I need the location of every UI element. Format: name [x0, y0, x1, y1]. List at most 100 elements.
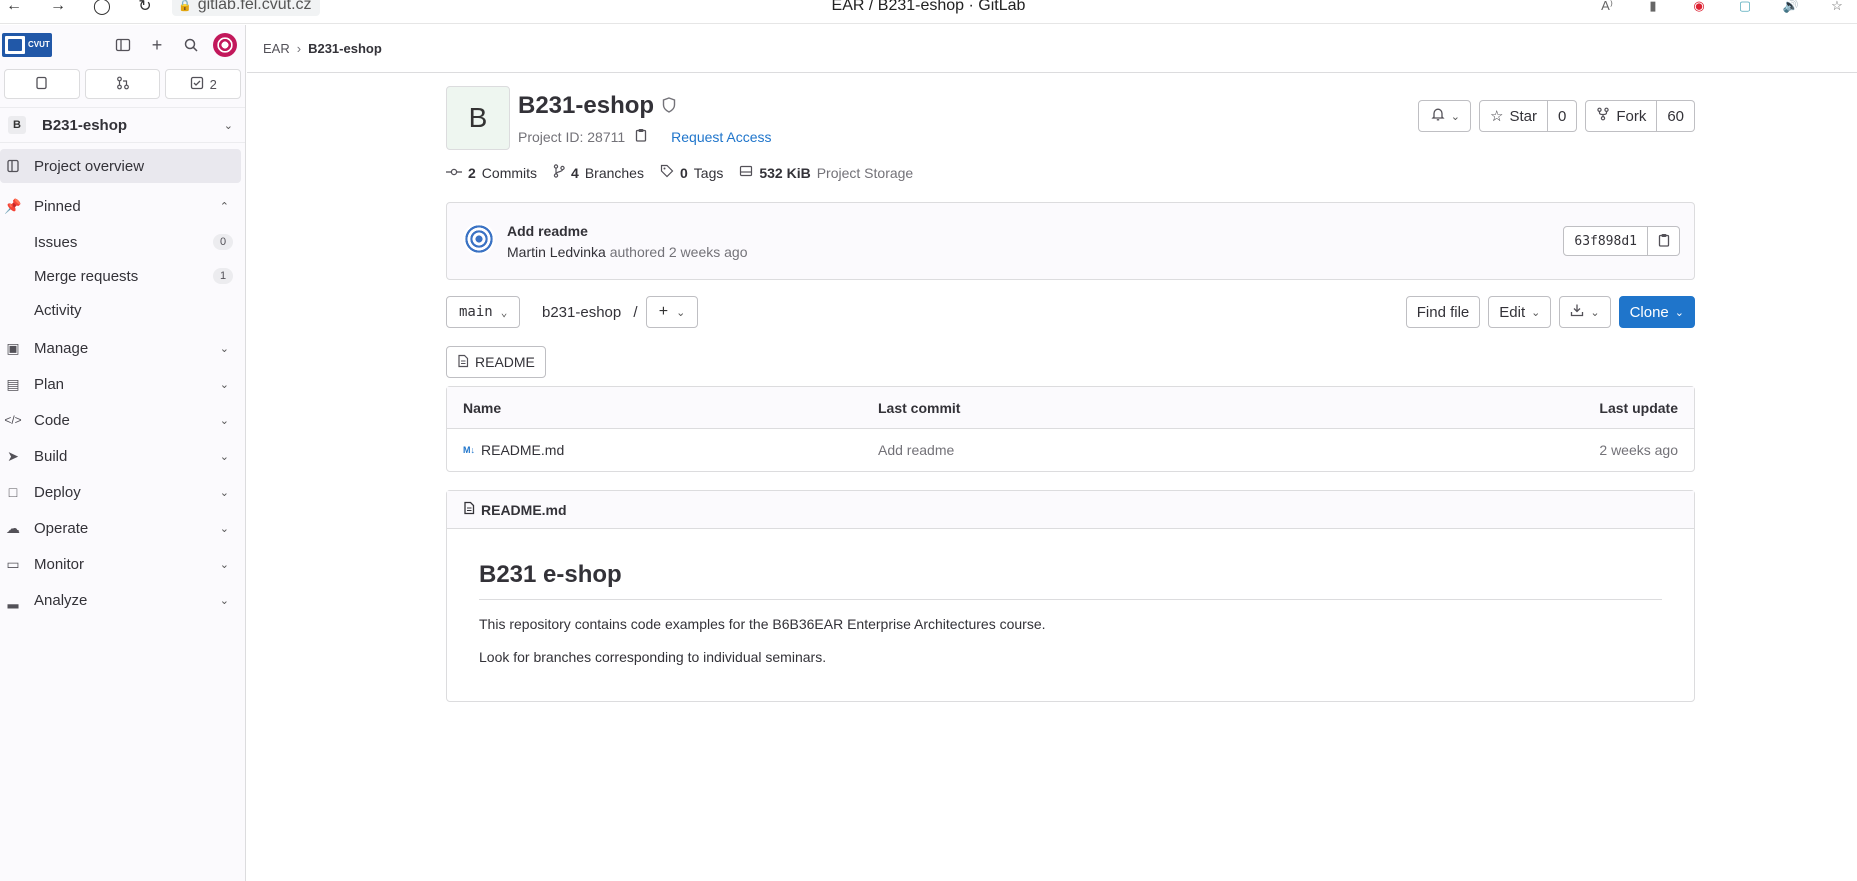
fork-label: Fork: [1616, 107, 1647, 125]
sidebar-item-project-overview[interactable]: Project overview: [0, 149, 241, 183]
sidebar-item-label: Deploy: [34, 483, 81, 501]
tags-label: Tags: [693, 164, 724, 181]
fork-count[interactable]: 60: [1657, 100, 1695, 132]
author-avatar[interactable]: [463, 223, 495, 255]
chevron-down-icon: ⌄: [219, 450, 229, 463]
tree-actions: Find file Edit ⌄ ⌄ Clone ⌄: [1405, 296, 1695, 328]
clone-dropdown[interactable]: Clone ⌄: [1618, 296, 1695, 328]
project-stats: 2 Commits 4 Branches 0 Tags 532 KiB Proj…: [446, 164, 1695, 181]
page-title: B231-eshop: [518, 92, 676, 120]
sidebar-top: CVUT +: [0, 25, 245, 65]
sidebar-item-deploy[interactable]: □ Deploy ⌄: [0, 475, 241, 509]
star-count[interactable]: 0: [1547, 100, 1578, 132]
plus-icon[interactable]: +: [145, 33, 169, 57]
sidebar-section-pinned[interactable]: 📌 Pinned ⌃: [0, 189, 241, 223]
chevron-down-icon: ⌄: [500, 305, 508, 319]
merge-requests-count-button[interactable]: [84, 69, 161, 99]
main-content: B B231-eshop Project ID: 28711 Request A…: [446, 84, 1695, 702]
issues-count-button[interactable]: [4, 69, 80, 99]
sidebar-item-activity[interactable]: Activity: [0, 293, 245, 327]
sidebar-item-merge-requests[interactable]: Merge requests 1: [0, 259, 245, 293]
branch-selector[interactable]: main ⌄: [446, 296, 521, 328]
file-icon: [457, 354, 469, 371]
file-last-commit[interactable]: Add readme: [878, 442, 1478, 458]
commit-author[interactable]: Martin Ledvinka: [507, 244, 606, 260]
chevron-down-icon: ⌄: [1674, 306, 1684, 319]
branches-stat[interactable]: 4 Branches: [553, 164, 644, 181]
logo-text: CVUT: [28, 40, 50, 49]
logo-mark: [5, 36, 25, 54]
column-name: Name: [463, 399, 502, 416]
branch-name: main: [459, 304, 493, 320]
sidebar-item-label: Pinned: [34, 197, 81, 215]
column-last-update: Last update: [1599, 399, 1678, 416]
volume-icon[interactable]: 🔊: [1781, 0, 1801, 16]
fork-button[interactable]: Fork: [1585, 100, 1658, 132]
privacy-icon[interactable]: ◯: [92, 0, 112, 16]
copy-id-icon[interactable]: [635, 128, 647, 145]
merge-request-icon: [116, 76, 130, 93]
commits-stat[interactable]: 2 Commits: [446, 165, 537, 181]
sidebar-toggle-icon[interactable]: [111, 33, 135, 57]
edit-dropdown[interactable]: Edit ⌄: [1488, 296, 1552, 328]
branches-label: Branches: [584, 164, 644, 181]
commit-sha[interactable]: 63f898d1: [1563, 226, 1648, 256]
extension-icon[interactable]: ◉: [1689, 0, 1709, 16]
sidebar-item-plan[interactable]: ▤ Plan ⌄: [0, 367, 241, 401]
sidebar-item-manage[interactable]: ▣ Manage ⌄: [0, 331, 241, 365]
fork-icon: [1596, 107, 1610, 125]
commit-title[interactable]: Add readme: [507, 223, 588, 239]
readme-filename[interactable]: README.md: [481, 502, 567, 518]
sidebar-item-monitor[interactable]: ▭ Monitor ⌄: [0, 547, 241, 581]
sidebar-item-code[interactable]: </> Code ⌄: [0, 403, 241, 437]
search-icon[interactable]: [179, 33, 203, 57]
user-avatar[interactable]: [213, 33, 237, 57]
sidebar-item-label: Issues: [34, 233, 78, 251]
tags-stat[interactable]: 0 Tags: [660, 164, 723, 181]
sidebar-item-build[interactable]: ➤ Build ⌄: [0, 439, 241, 473]
cvut-logo[interactable]: CVUT: [2, 33, 52, 57]
sidebar-item-label: Monitor: [34, 555, 85, 573]
breadcrumb-group-link[interactable]: EAR: [263, 41, 290, 56]
project-avatar: B: [446, 86, 510, 150]
copy-sha-button[interactable]: [1648, 226, 1680, 256]
read-aloud-icon[interactable]: A⁾: [1597, 0, 1617, 16]
chevron-down-icon: ⌄: [1450, 110, 1460, 123]
star-button[interactable]: ☆ Star: [1479, 100, 1548, 132]
find-file-button[interactable]: Find file: [1405, 296, 1481, 328]
file-name[interactable]: README.md: [481, 442, 564, 458]
split-icon[interactable]: ▢: [1735, 0, 1755, 16]
sidebar-item-analyze[interactable]: ▂ Analyze ⌄: [0, 583, 241, 617]
address-bar[interactable]: 🔒 gitlab.fel.cvut.cz: [172, 0, 320, 16]
notifications-dropdown[interactable]: ⌄: [1417, 100, 1471, 132]
reload-icon[interactable]: ↻: [135, 0, 155, 16]
chevron-up-icon: ⌃: [219, 200, 229, 213]
favorites-icon[interactable]: ☆: [1827, 0, 1847, 16]
chevron-down-icon: ⌄: [676, 306, 686, 319]
add-file-dropdown[interactable]: + ⌄: [646, 296, 698, 328]
sidebar-item-label: Analyze: [34, 591, 88, 609]
calendar-icon: ▤: [6, 375, 20, 392]
request-access-link[interactable]: Request Access: [671, 129, 771, 145]
sidebar-item-label: Project overview: [34, 157, 145, 175]
chevron-down-icon: ⌄: [223, 119, 233, 132]
storage-stat[interactable]: 532 KiB Project Storage: [739, 164, 913, 181]
back-icon[interactable]: ←: [4, 0, 24, 16]
commit-meta: Martin Ledvinka authored 2 weeks ago: [507, 244, 747, 260]
sidebar-item-operate[interactable]: ☁ Operate ⌄: [0, 511, 241, 545]
cloud-gear-icon: ☁: [6, 519, 20, 536]
clone-label: Clone: [1629, 303, 1669, 321]
bookmark-icon[interactable]: ▮: [1643, 0, 1663, 16]
tag-icon: [660, 164, 674, 181]
project-actions: ⌄ ☆ Star 0 Fork 60: [1417, 100, 1695, 132]
table-row[interactable]: M↓ README.md Add readme 2 weeks ago: [447, 429, 1694, 471]
todos-count-button[interactable]: 2: [165, 69, 242, 99]
sidebar-item-issues[interactable]: Issues 0: [0, 225, 245, 259]
visibility-shield-icon: [662, 92, 676, 120]
repo-path-root[interactable]: b231-eshop: [542, 304, 621, 321]
readme-shortcut-button[interactable]: README: [446, 346, 546, 378]
sidebar-project-switcher[interactable]: B B231-eshop ⌄: [0, 107, 245, 143]
breadcrumb-project-link[interactable]: B231-eshop: [308, 41, 382, 56]
download-dropdown[interactable]: ⌄: [1559, 296, 1611, 328]
forward-icon[interactable]: →: [48, 0, 68, 16]
